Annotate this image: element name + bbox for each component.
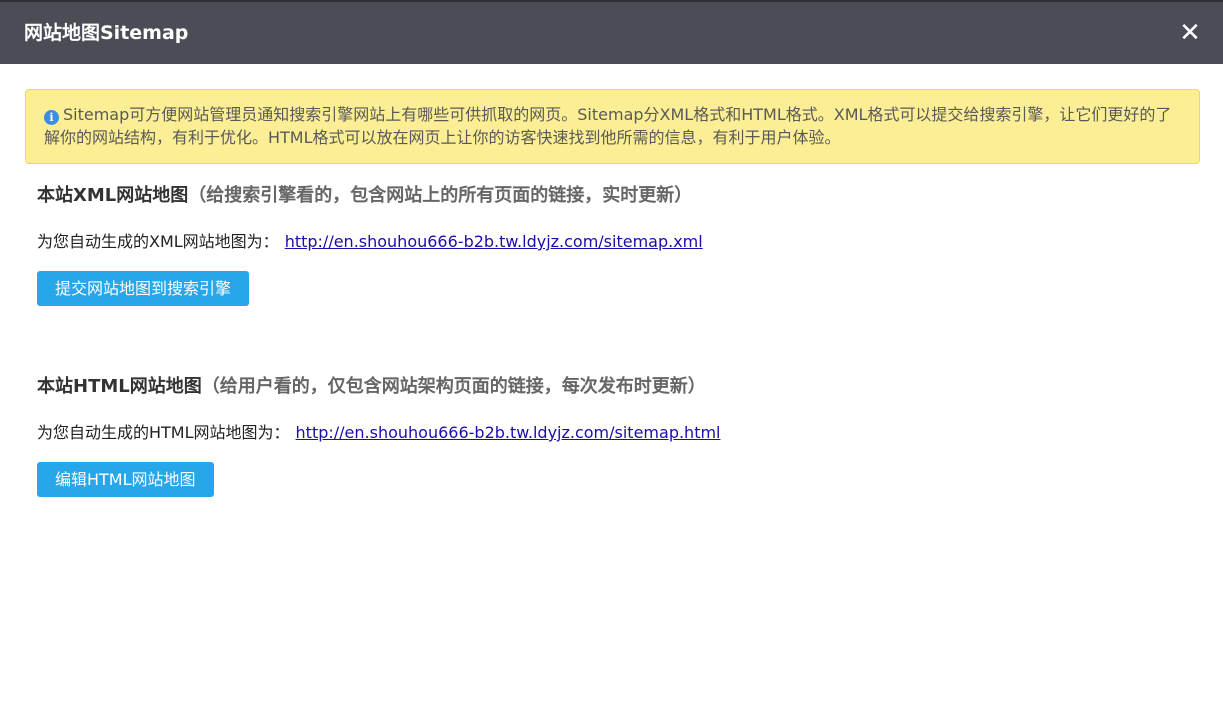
info-notice: i Sitemap可方便网站管理员通知搜索引擎网站上有哪些可供抓取的网页。Site… bbox=[25, 89, 1200, 164]
html-sitemap-label: 为您自动生成的HTML网站地图为： bbox=[37, 423, 290, 442]
html-sitemap-line: 为您自动生成的HTML网站地图为： http://en.shouhou666-b2… bbox=[37, 422, 721, 444]
info-icon: i bbox=[44, 110, 59, 125]
xml-sitemap-label: 为您自动生成的XML网站地图为： bbox=[37, 232, 279, 251]
html-heading-title: 本站HTML网站地图 bbox=[37, 376, 202, 397]
close-icon[interactable]: ✕ bbox=[1177, 20, 1203, 46]
xml-section-heading: 本站XML网站地图（给搜索引擎看的，包含网站上的所有页面的链接，实时更新） bbox=[37, 184, 692, 208]
xml-sitemap-line: 为您自动生成的XML网站地图为： http://en.shouhou666-b2b… bbox=[37, 231, 703, 253]
xml-heading-note: （给搜索引擎看的，包含网站上的所有页面的链接，实时更新） bbox=[188, 185, 693, 206]
html-sitemap-link[interactable]: http://en.shouhou666-b2b.tw.ldyjz.com/si… bbox=[296, 423, 721, 442]
submit-sitemap-button[interactable]: 提交网站地图到搜索引擎 bbox=[37, 271, 250, 306]
edit-html-sitemap-button[interactable]: 编辑HTML网站地图 bbox=[37, 462, 214, 497]
html-section-heading: 本站HTML网站地图（给用户看的，仅包含网站架构页面的链接，每次发布时更新） bbox=[37, 375, 706, 399]
notice-text: Sitemap可方便网站管理员通知搜索引擎网站上有哪些可供抓取的网页。Sitem… bbox=[44, 105, 1172, 147]
xml-heading-title: 本站XML网站地图 bbox=[37, 185, 189, 206]
dialog-title: 网站地图Sitemap bbox=[24, 22, 189, 44]
sitemap-dialog: 网站地图Sitemap ✕ i Sitemap可方便网站管理员通知搜索引擎网站上有… bbox=[0, 0, 1223, 702]
xml-sitemap-link[interactable]: http://en.shouhou666-b2b.tw.ldyjz.com/si… bbox=[285, 232, 703, 251]
dialog-titlebar: 网站地图Sitemap ✕ bbox=[0, 0, 1223, 64]
html-heading-note: （给用户看的，仅包含网站架构页面的链接，每次发布时更新） bbox=[201, 376, 706, 397]
